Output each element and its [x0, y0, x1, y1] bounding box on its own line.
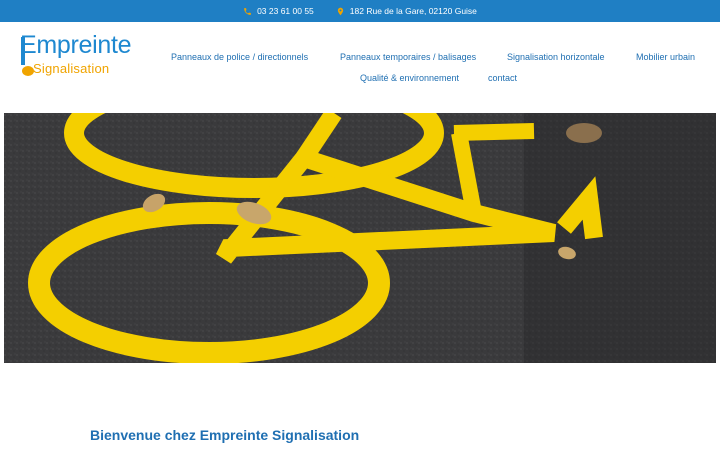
phone-number[interactable]: 03 23 61 00 55	[257, 6, 314, 16]
address-text: 182 Rue de la Gare, 02120 Guise	[349, 6, 477, 16]
site-header: Empreinte Signalisation Panneaux de poli…	[0, 22, 720, 113]
nav-item-signalisation-horizontale[interactable]: Signalisation horizontale	[507, 52, 605, 62]
nav-item-panneaux-police[interactable]: Panneaux de police / directionnels	[171, 52, 308, 62]
logo-line-1: Empreinte	[20, 31, 132, 59]
nav-item-contact[interactable]: contact	[488, 73, 517, 83]
hero-image	[4, 113, 716, 363]
phone-contact[interactable]: 03 23 61 00 55	[243, 6, 314, 16]
map-pin-icon	[337, 7, 343, 15]
top-contact-bar: 03 23 61 00 55 182 Rue de la Gare, 02120…	[0, 0, 720, 22]
logo-line-2: Signalisation	[33, 61, 110, 76]
welcome-heading: Bienvenue chez Empreinte Signalisation	[90, 427, 360, 443]
phone-icon	[244, 7, 251, 15]
nav-item-panneaux-temporaires[interactable]: Panneaux temporaires / balisages	[340, 52, 476, 62]
hero-bike-lane-graphic	[4, 113, 716, 363]
site-logo[interactable]: Empreinte Signalisation	[20, 31, 145, 79]
nav-item-qualite-environnement[interactable]: Qualité & environnement	[360, 73, 459, 83]
nav-item-mobilier-urbain[interactable]: Mobilier urbain	[636, 52, 695, 62]
address-contact: 182 Rue de la Gare, 02120 Guise	[336, 6, 477, 16]
